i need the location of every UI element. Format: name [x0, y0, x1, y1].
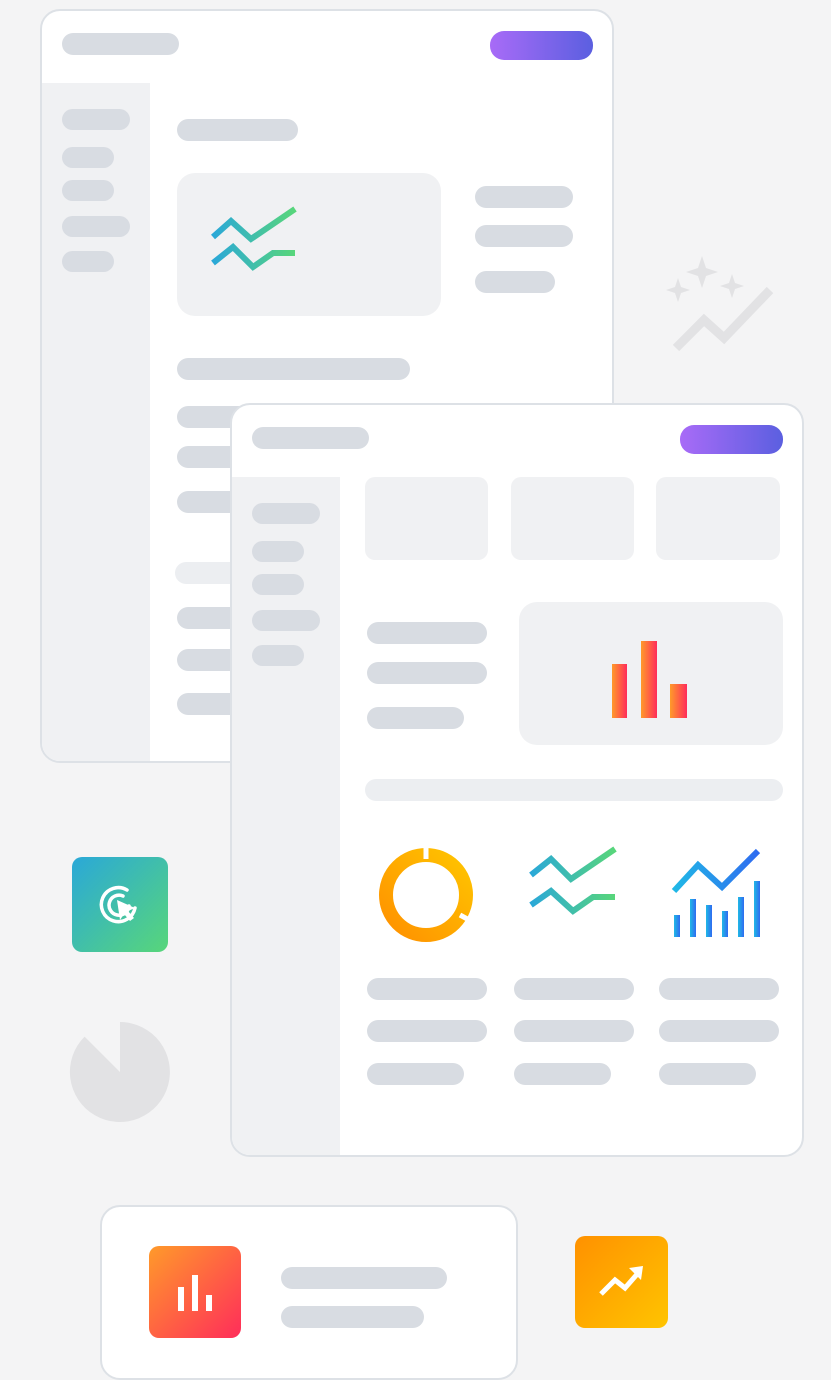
text-line: [475, 225, 573, 247]
stat-card: [365, 477, 488, 560]
sidebar-item[interactable]: [252, 610, 320, 631]
text-line: [367, 707, 464, 729]
back-window-chart-panel: [177, 173, 441, 316]
back-window-heading: [177, 119, 298, 141]
sidebar-item[interactable]: [62, 180, 114, 201]
text-line: [659, 978, 779, 1000]
line-chart-icon: [529, 846, 617, 915]
stat-card: [511, 477, 634, 560]
sidebar-item[interactable]: [62, 109, 130, 130]
front-window: [230, 403, 804, 1157]
text-line: [514, 1020, 634, 1042]
sidebar-item[interactable]: [62, 147, 114, 168]
bottom-card-icon-tile: [149, 1246, 241, 1338]
text-line: [367, 1063, 464, 1085]
bar-chart-icon: [612, 641, 687, 718]
back-window-title-bar: [62, 33, 179, 55]
floating-tile-click[interactable]: [72, 857, 168, 952]
front-window-title-bar: [252, 427, 369, 449]
sidebar-item[interactable]: [252, 574, 304, 595]
front-window-sidebar: [232, 477, 340, 1155]
text-line: [514, 978, 634, 1000]
text-line: [177, 358, 410, 380]
back-window-primary-button[interactable]: [490, 31, 593, 60]
donut-chart-icon: [379, 845, 473, 942]
text-line: [514, 1063, 611, 1085]
sidebar-item[interactable]: [62, 216, 130, 237]
sidebar-item[interactable]: [252, 541, 304, 562]
text-line: [367, 978, 487, 1000]
bar-chart-icon: [178, 1275, 212, 1311]
page: { "colors": { "background": "#f4f4f5", "…: [0, 0, 831, 1380]
text-line: [475, 271, 555, 293]
front-window-chart-panel: [519, 602, 783, 745]
text-line: [659, 1063, 756, 1085]
click-target-icon: [99, 885, 137, 923]
front-window-primary-button[interactable]: [680, 425, 783, 454]
back-window-sidebar: [42, 83, 150, 761]
text-line: [367, 622, 487, 644]
text-line: [281, 1267, 447, 1289]
divider-bar: [365, 779, 783, 801]
sidebar-item[interactable]: [252, 645, 304, 666]
line-chart-icon: [211, 206, 297, 271]
text-line: [367, 662, 487, 684]
text-line: [659, 1020, 779, 1042]
sidebar-item[interactable]: [62, 251, 114, 272]
pie-chart-icon: [69, 1022, 170, 1122]
sparkle-trend-icon: [666, 256, 774, 352]
trend-up-icon: [598, 1266, 643, 1296]
stat-card: [656, 477, 780, 560]
text-line: [367, 1020, 487, 1042]
text-line: [281, 1306, 424, 1328]
bottom-card: [100, 1205, 518, 1380]
text-line: [475, 186, 573, 208]
floating-tile-trend[interactable]: [575, 1236, 668, 1328]
sidebar-item[interactable]: [252, 503, 320, 524]
trend-bar-chart-icon: [671, 848, 761, 937]
